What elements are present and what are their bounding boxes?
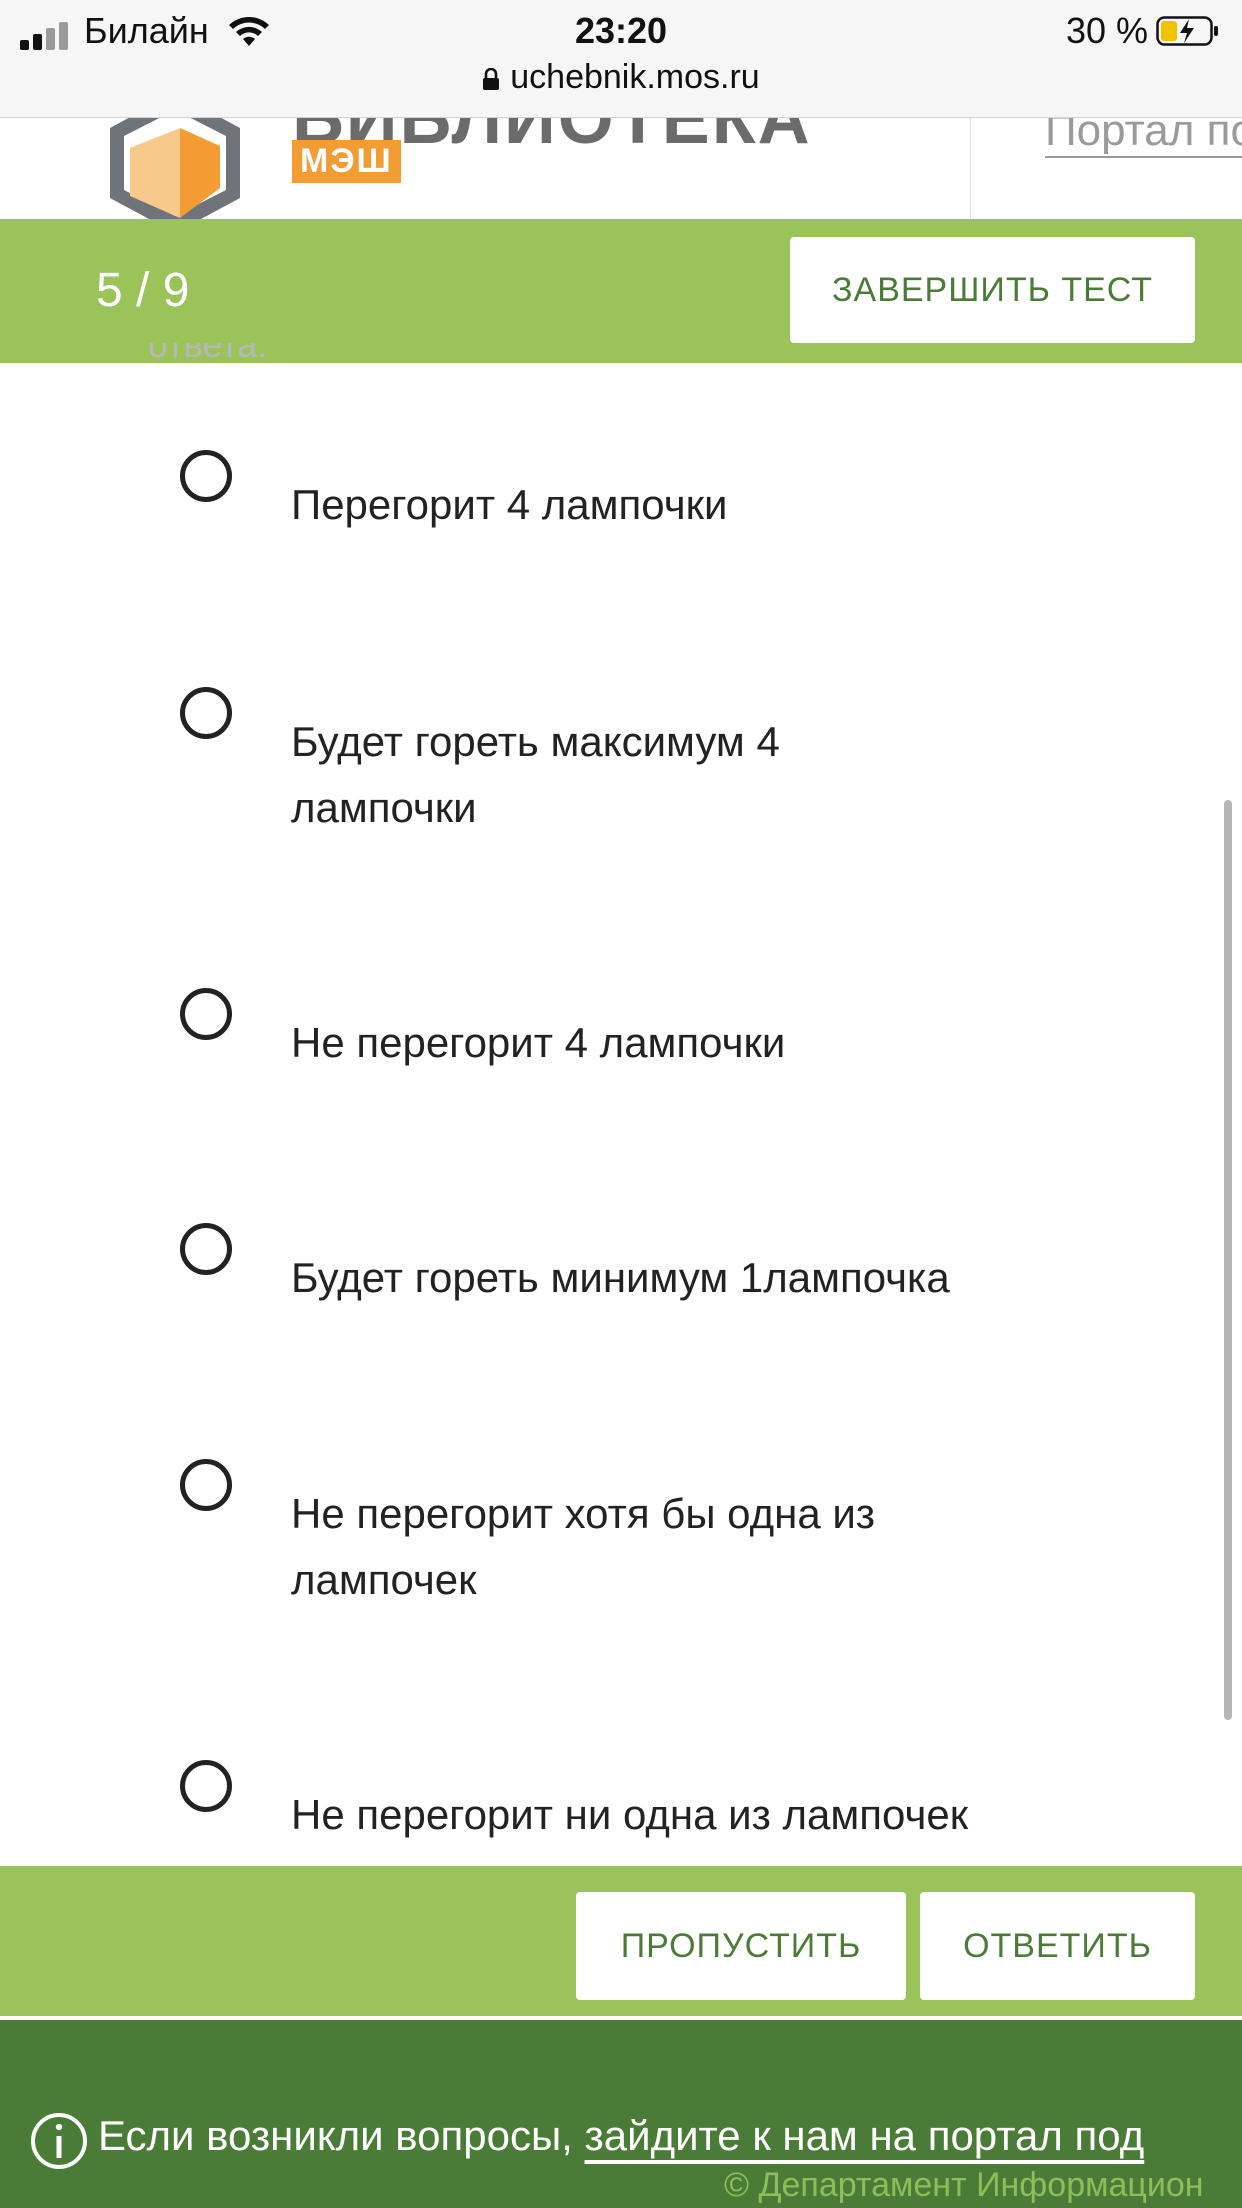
answer-option-label: Будет гореть минимум 1лампочка	[291, 1254, 950, 1301]
radio-button[interactable]	[180, 687, 232, 739]
answer-button[interactable]: ОТВЕТИТЬ	[920, 1892, 1195, 2000]
url-text: uchebnik.mos.ru	[510, 58, 760, 96]
skip-button[interactable]: ПРОПУСТИТЬ	[576, 1892, 906, 2000]
site-header: БИБЛИОТЕКА МЭШ Портал по	[0, 118, 1242, 219]
answer-option-label: Не перегорит 4 лампочки	[291, 1019, 786, 1066]
radio-button[interactable]	[180, 1459, 232, 1511]
library-logo-icon[interactable]	[100, 118, 250, 219]
lock-icon	[483, 68, 500, 90]
radio-button[interactable]	[180, 1760, 232, 1812]
help-text: Если возникли вопросы, зайдите к нам на …	[98, 2112, 1144, 2160]
instruction-text-content: ответа.	[148, 343, 268, 365]
test-toolbar: 5 / 9 ЗАВЕРШИТЬ ТЕСТ	[0, 219, 1242, 363]
radio-button[interactable]	[180, 988, 232, 1040]
clock: 23:20	[574, 10, 668, 51]
address-bar[interactable]: uchebnik.mos.ru	[0, 58, 1242, 97]
battery-percentage: 30 %	[1065, 10, 1148, 51]
help-footer: Если возникли вопросы, зайдите к нам на …	[0, 2020, 1242, 2208]
instruction-text: ответа.	[148, 343, 267, 377]
answer-option-label: Будет гореть максимум 4 лампочки	[291, 718, 780, 831]
status-bar: Билайн 23:20 30 % uchebnik.mos.ru	[0, 0, 1242, 118]
answer-option-label: Не перегорит хотя бы одна из лампочек	[291, 1490, 876, 1603]
support-portal-link[interactable]: зайдите к нам на портал под	[585, 2112, 1145, 2159]
answer-option-label: Не перегорит ни одна из лампочек	[291, 1791, 969, 1838]
question-progress: 5 / 9	[96, 264, 190, 317]
battery-charging-icon	[1156, 16, 1218, 46]
answer-option-label: Перегорит 4 лампочки	[291, 481, 728, 528]
portal-link[interactable]: Портал по	[1045, 118, 1242, 158]
radio-button[interactable]	[180, 450, 232, 502]
finish-test-button[interactable]: ЗАВЕРШИТЬ ТЕСТ	[790, 237, 1195, 343]
help-text-lead: Если возникли вопросы,	[98, 2112, 585, 2159]
radio-button[interactable]	[180, 1223, 232, 1275]
scrollbar[interactable]	[1224, 800, 1232, 1720]
header-divider	[970, 118, 971, 219]
copyright-text: © Департамент Информацион	[724, 2166, 1204, 2204]
info-icon	[31, 2113, 87, 2169]
logo-badge: МЭШ	[292, 140, 401, 183]
answer-action-bar: ПРОПУСТИТЬ ОТВЕТИТЬ	[0, 1866, 1242, 2016]
